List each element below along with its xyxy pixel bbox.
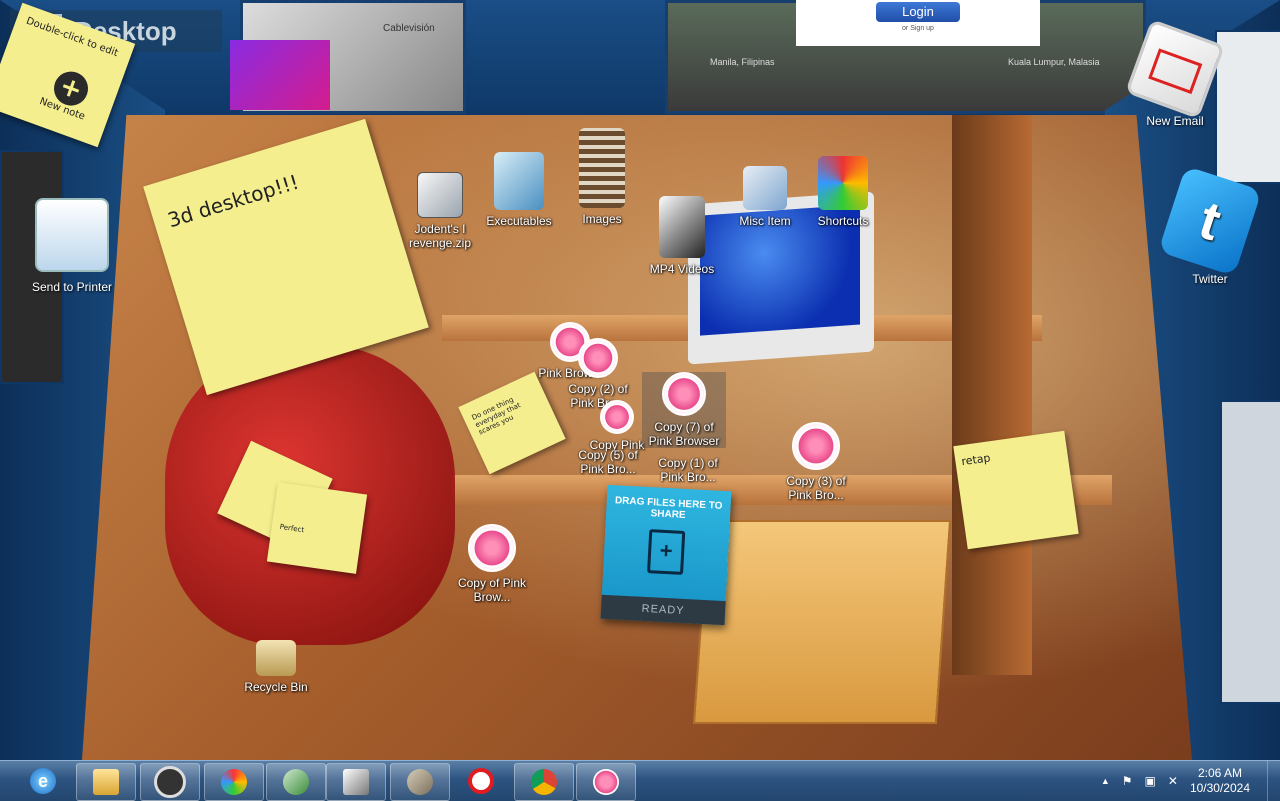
icon-label: Executables <box>486 214 552 228</box>
signup-link[interactable]: or Sign up <box>796 25 1040 32</box>
ie-icon: e <box>30 768 56 794</box>
desktop-icon-shortcuts[interactable]: Shortcuts <box>801 156 885 228</box>
right-wall-notes-panel <box>1215 30 1280 184</box>
multicolor-app-icon <box>221 769 247 795</box>
desktop-icon-pink-copy5[interactable]: Copy (5) of Pink Bro... <box>566 410 650 476</box>
start-button[interactable]: e <box>14 763 72 799</box>
taskbar: e ▲ ⚑ ▣ ✕ 2:06 AM 10/30/2024 <box>0 760 1280 801</box>
icon-label: Copy (1) of Pink Bro... <box>658 456 718 484</box>
taskbar-opera[interactable] <box>452 763 510 799</box>
taskbar-pink-browser[interactable] <box>576 763 636 801</box>
drawer-wallpaper <box>692 520 952 724</box>
login-button[interactable]: Login <box>876 2 960 22</box>
geo-right-label: Kuala Lumpur, Malasia <box>1008 57 1100 67</box>
card-app-icon <box>343 769 369 795</box>
icon-label: Misc Item <box>739 214 791 228</box>
clock-time: 2:06 AM <box>1197 766 1242 780</box>
maps-app-icon <box>283 769 309 795</box>
video-folder-icon <box>659 196 705 258</box>
icon-label: Copy (5) of Pink Bro... <box>578 448 638 476</box>
taskbar-multicolor-app[interactable] <box>204 763 264 801</box>
desktop-icon-pink-copy3[interactable]: Copy (3) of Pink Bro... <box>774 422 858 502</box>
icon-label: Images <box>582 212 622 226</box>
login-card: Login or Sign up <box>796 0 1040 46</box>
desktop-icon-pink-copy1[interactable]: Copy (1) of Pink Bro... <box>646 418 730 484</box>
twitter-label: Twitter <box>1192 272 1228 286</box>
desktop-icon-images[interactable]: Images <box>560 128 644 226</box>
twitter-icon: t <box>1158 165 1262 277</box>
gimp-icon <box>407 769 433 795</box>
media-icon <box>154 766 186 798</box>
pink-browser-icon <box>468 524 516 572</box>
send-to-printer-label: Send to Printer <box>31 280 113 294</box>
zip-icon <box>417 172 463 218</box>
icon-label: Copy of Pink Brow... <box>457 576 527 604</box>
new-email-app[interactable]: New Email <box>1125 19 1225 128</box>
icon-label: MP4 Videos <box>649 262 715 276</box>
geo-left-label: Manila, Filipinas <box>710 57 775 67</box>
taskbar-explorer[interactable] <box>76 763 136 801</box>
taskbar-card-app[interactable] <box>326 763 386 801</box>
add-document-icon: + <box>647 529 686 575</box>
clock-date: 10/30/2024 <box>1189 781 1250 795</box>
chrome-icon <box>531 769 557 795</box>
explorer-icon <box>93 769 119 795</box>
taskbar-chrome[interactable] <box>514 763 574 801</box>
email-icon <box>1125 19 1225 119</box>
desktop-icon-torrent[interactable]: Jodent's I revenge.zip <box>398 172 482 250</box>
icon-label: Recycle Bin <box>244 680 308 694</box>
pink-browser-icon <box>792 422 840 470</box>
taskbar-maps-app[interactable] <box>266 763 326 801</box>
pink-browser-icon <box>578 338 618 378</box>
show-hidden-icons-arrow[interactable]: ▲ <box>1101 776 1110 786</box>
recycle-bin-icon <box>256 640 296 676</box>
desktop-icon-executables[interactable]: Executables <box>477 152 561 228</box>
pink-browser-icon <box>662 372 706 416</box>
opera-icon <box>468 768 494 794</box>
sticky-note-text: retap <box>960 451 992 469</box>
icon-label: Shortcuts <box>817 214 869 228</box>
network-icon[interactable]: ▣ <box>1145 774 1156 788</box>
action-center-flag-icon[interactable]: ⚑ <box>1122 774 1133 788</box>
desktop-icon-pink-copy[interactable]: Copy of Pink Brow... <box>450 524 534 604</box>
misc-folder-icon <box>743 166 787 210</box>
desktop-icon-recycle-bin[interactable]: Recycle Bin <box>234 640 318 694</box>
drag-to-share-widget[interactable]: DRAG FILES HERE TO SHARE + READY <box>600 484 732 626</box>
desktop-icon-misc[interactable]: Misc Item <box>723 166 807 228</box>
sticky-note-chair-b[interactable]: Perfect <box>266 482 368 574</box>
share-widget-title: DRAG FILES HERE TO SHARE <box>614 495 723 521</box>
ceiling-purple-image <box>230 40 330 110</box>
printer-icon <box>35 198 109 272</box>
new-email-label: New Email <box>1146 114 1204 128</box>
twitter-app[interactable]: t Twitter <box>1158 165 1262 286</box>
executables-folder-icon <box>494 152 544 210</box>
right-wall-lower-panel <box>1220 400 1280 704</box>
ceiling-text: Cablevisión <box>383 23 435 34</box>
icon-label: Copy (3) of Pink Bro... <box>786 474 846 502</box>
system-tray: ▲ ⚑ ▣ ✕ 2:06 AM 10/30/2024 <box>1101 761 1280 801</box>
3d-desktop-room: Cablevisión Manila, Filipinas Kuala Lump… <box>0 0 1280 760</box>
desktop-icon-mp4[interactable]: MP4 Videos <box>640 196 724 276</box>
clock[interactable]: 2:06 AM 10/30/2024 <box>1190 766 1250 796</box>
taskbar-gimp[interactable] <box>390 763 450 801</box>
bookshelf <box>952 115 1032 675</box>
sticky-note-text: Do one thing everyday that scares you <box>470 395 522 437</box>
shortcuts-folder-icon <box>818 156 868 210</box>
sticky-note-text: Perfect <box>279 522 305 535</box>
sticky-note-retap[interactable]: retap <box>953 430 1079 550</box>
pink-browser-icon <box>593 769 619 795</box>
taskbar-media[interactable] <box>140 763 200 801</box>
volume-muted-icon[interactable]: ✕ <box>1168 774 1178 788</box>
sticky-note-text: 3d desktop!!! <box>164 169 302 233</box>
show-desktop-button[interactable] <box>1267 761 1280 801</box>
send-to-printer-app[interactable]: Send to Printer <box>22 198 122 294</box>
icon-label: Jodent's I revenge.zip <box>408 222 472 250</box>
images-folder-icon <box>579 128 625 208</box>
